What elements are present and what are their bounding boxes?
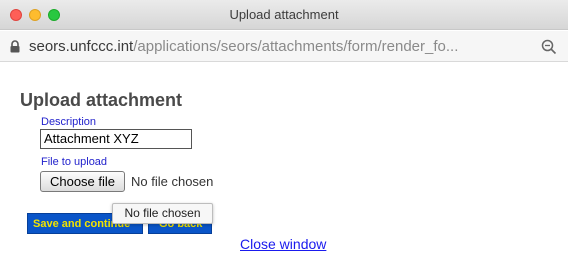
description-label: Description	[41, 116, 97, 128]
url-host: seors.unfccc.int	[29, 38, 134, 55]
url-text[interactable]: seors.unfccc.int/applications/seors/atta…	[29, 38, 458, 55]
window-titlebar: Upload attachment	[0, 0, 568, 30]
close-window-link[interactable]: Close window	[240, 236, 326, 252]
file-tooltip: No file chosen	[112, 203, 213, 224]
zoom-icon[interactable]	[541, 39, 557, 55]
window-title: Upload attachment	[229, 7, 339, 22]
page-title: Upload attachment	[20, 90, 183, 110]
no-file-chosen-text: No file chosen	[131, 174, 214, 189]
file-upload-label: File to upload	[41, 156, 108, 168]
address-bar[interactable]: seors.unfccc.int/applications/seors/atta…	[0, 31, 568, 62]
url-path: /applications/seors/attachments/form/ren…	[133, 38, 459, 55]
description-input[interactable]: Attachment XYZ	[40, 129, 192, 149]
lock-icon	[10, 40, 20, 53]
choose-file-button[interactable]: Choose file	[40, 171, 125, 192]
